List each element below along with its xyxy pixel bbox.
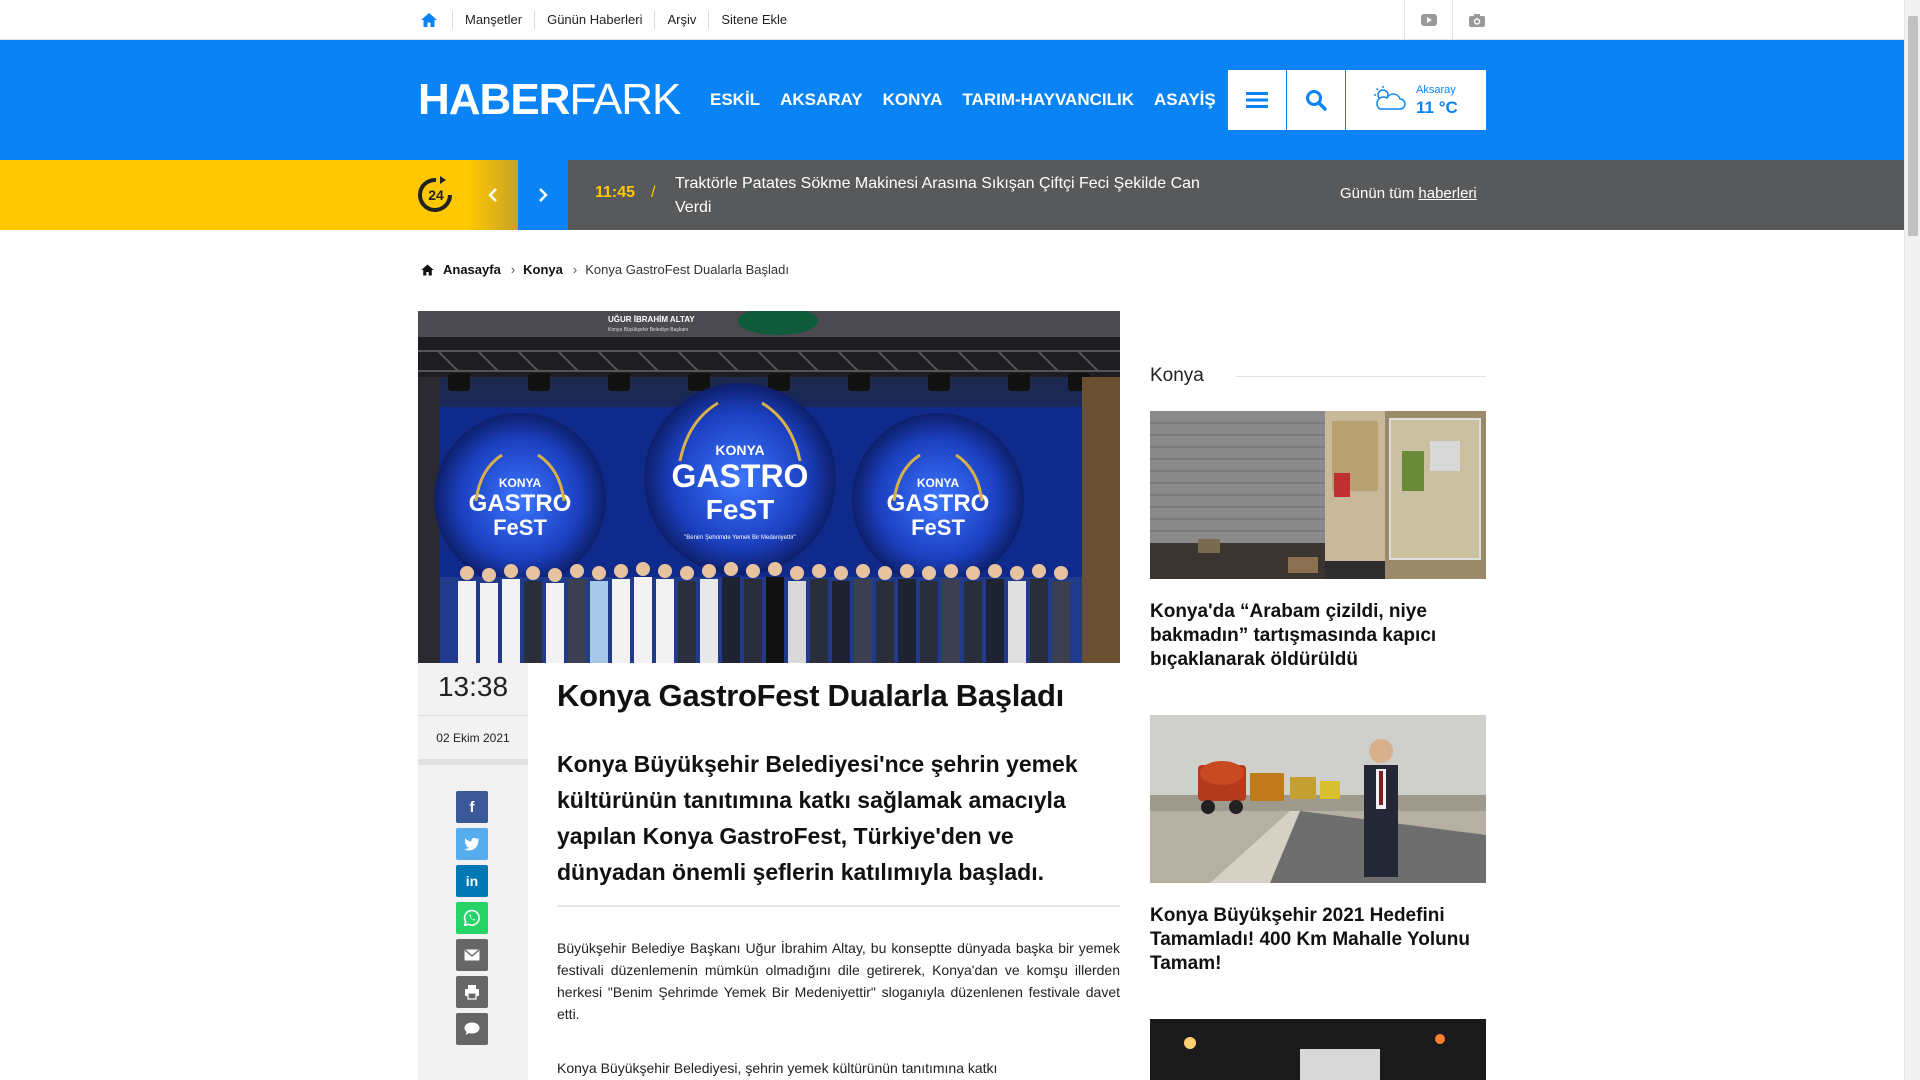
envelope-icon: [464, 949, 480, 961]
hero-banner-sub: Konya Büyükşehir Belediye Başkanı: [608, 327, 688, 333]
hero-logo-mid-1: GASTRO: [469, 490, 572, 517]
clock-24-label: 24: [428, 187, 444, 203]
nav-eskil[interactable]: ESKİL: [710, 90, 760, 110]
share-twitter-button[interactable]: [456, 828, 488, 860]
share-whatsapp-button[interactable]: [456, 902, 488, 934]
logo-bold: HABER: [418, 75, 570, 124]
hamburger-icon: [1246, 92, 1268, 108]
meta-bottom-bar: [418, 759, 528, 765]
hero-logo-bot-3: FeST: [911, 515, 965, 540]
ticker-time: 11:45: [595, 184, 636, 201]
facebook-icon: f: [469, 798, 475, 816]
hero-logo-bot-2: FeST: [706, 494, 774, 525]
linkedin-icon: in: [465, 873, 479, 889]
top-link-arsiv[interactable]: Arşiv: [654, 11, 708, 29]
all-news-link-text: haberleri: [1418, 185, 1477, 202]
video-icon[interactable]: [1404, 0, 1452, 40]
breadcrumb: Anasayfa › Konya › Konya GastroFest Dual…: [420, 262, 789, 277]
share-print-button[interactable]: [456, 976, 488, 1008]
top-bar: Manşetler Günün Haberleri Arşiv Sitene E…: [0, 0, 1920, 40]
home-icon: [421, 264, 434, 275]
hero-logo-top-1: KONYA: [499, 476, 542, 490]
share-comment-button[interactable]: [456, 1013, 488, 1045]
nav-asayis[interactable]: ASAYİŞ: [1154, 90, 1216, 110]
article-hero-image: UĞUR İBRAHİM ALTAY Konya Büyükşehir Bele…: [418, 311, 1120, 663]
weather-temp: 11 °C: [1416, 98, 1458, 117]
logo-light: FARK: [569, 75, 681, 124]
top-links: Manşetler Günün Haberleri Arşiv Sitene E…: [452, 0, 799, 40]
share-facebook-button[interactable]: f: [456, 791, 488, 823]
article-lead: Konya Büyükşehir Belediyesi'nce şehrin y…: [557, 751, 1078, 885]
site-header: HABERFARK ESKİL AKSARAY KONYA TARIM-HAYV…: [0, 40, 1904, 160]
night-street-photo: [1150, 1019, 1486, 1080]
share-email-button[interactable]: [456, 939, 488, 971]
sidebar-news-title[interactable]: Konya Büyükşehir 2021 Hedefini Tamamladı…: [1150, 904, 1486, 976]
breadcrumb-current: Konya GastroFest Dualarla Başladı: [585, 262, 790, 277]
article-date: 02 Ekim 2021: [436, 731, 510, 745]
weather-widget[interactable]: Aksaray 11 °C: [1346, 70, 1486, 130]
share-linkedin-button[interactable]: in: [456, 865, 488, 897]
home-icon[interactable]: [420, 11, 438, 29]
breaking-news-bar: 24 11:45 / Traktörle Patates Sökme Makin…: [0, 160, 1904, 230]
top-link-sitene-ekle[interactable]: Sitene Ekle: [708, 11, 799, 29]
top-icons: [1404, 0, 1500, 40]
scrollbar-thumb[interactable]: [1908, 16, 1918, 236]
sidebar-heading: Konya: [1150, 365, 1204, 386]
search-icon: [1306, 90, 1327, 111]
top-link-gunun-haberleri[interactable]: Günün Haberleri: [534, 11, 654, 29]
sidebar-news-image[interactable]: [1150, 1019, 1486, 1080]
hero-logo-top-2: KONYA: [715, 442, 764, 458]
ticker-separator: /: [651, 184, 656, 201]
breadcrumb-chevron-icon: ›: [572, 262, 578, 277]
ticker-next-button[interactable]: [518, 160, 568, 230]
hero-logo-top-3: KONYA: [917, 476, 960, 490]
road-construction-photo: [1150, 715, 1486, 883]
hero-logo-mid-3: GASTRO: [887, 490, 990, 517]
article-time: 13:38: [437, 671, 509, 702]
comment-icon: [464, 1022, 480, 1035]
clock-24-icon: 24: [418, 176, 452, 212]
hero-logo-mid-2: GASTRO: [672, 458, 809, 494]
weather-city: Aksaray: [1416, 84, 1456, 96]
hero-logo-bot-1: FeST: [493, 515, 547, 540]
camera-icon[interactable]: [1452, 0, 1500, 40]
article-title: Konya GastroFest Dualarla Başladı: [557, 678, 1064, 713]
breadcrumb-home[interactable]: Anasayfa: [443, 262, 501, 277]
gastrofest-stage-photo: UĞUR İBRAHİM ALTAY Konya Büyükşehir Bele…: [418, 311, 1120, 663]
ticker-headline[interactable]: Traktörle Patates Sökme Makinesi Arasına…: [675, 172, 1215, 220]
hero-slogan: "Benim Şehrimde Yemek Bir Medeniyettir": [684, 535, 796, 541]
menu-button[interactable]: [1228, 70, 1286, 130]
cloud-sun-icon: [1374, 86, 1406, 110]
all-news-link[interactable]: Günün tüm haberleri: [1340, 185, 1477, 202]
main-nav: ESKİL AKSARAY KONYA TARIM-HAYVANCILIK AS…: [700, 40, 1226, 160]
meta-divider: [418, 715, 528, 716]
nav-aksaray[interactable]: AKSARAY: [780, 90, 863, 110]
article-paragraph: Büyükşehir Belediye Başkanı Uğur İbrahim…: [557, 940, 1120, 1022]
sidebar-news-title[interactable]: Konya'da “Arabam çizildi, niye bakmadın”…: [1150, 600, 1486, 672]
all-news-prefix: Günün tüm: [1340, 185, 1419, 202]
hero-banner-line: UĞUR İBRAHİM ALTAY: [608, 315, 695, 324]
shop-front-photo: [1150, 411, 1486, 579]
twitter-icon: [464, 837, 479, 851]
breadcrumb-chevron-icon: ›: [510, 262, 516, 277]
chevron-right-icon: [539, 188, 548, 202]
breadcrumb-category[interactable]: Konya: [523, 262, 563, 277]
sidebar-news-image[interactable]: [1150, 411, 1486, 579]
sidebar-heading-rule: [1236, 376, 1486, 377]
sidebar-news-image[interactable]: [1150, 715, 1486, 883]
search-button[interactable]: [1287, 70, 1345, 130]
nav-tarim-hayvancilik[interactable]: TARIM-HAYVANCILIK: [962, 90, 1134, 110]
whatsapp-icon: [463, 909, 480, 927]
top-link-mansetler[interactable]: Manşetler: [452, 11, 534, 29]
printer-icon: [465, 985, 479, 1000]
page-scrollbar[interactable]: [1904, 0, 1920, 1080]
site-logo[interactable]: HABERFARK: [418, 75, 681, 124]
article-paragraph: Konya Büyükşehir Belediyesi, şehrin yeme…: [557, 1060, 998, 1076]
nav-konya[interactable]: KONYA: [883, 90, 943, 110]
article-meta: 13:38 02 Ekim 2021 f in: [418, 663, 528, 1080]
article-divider: [557, 905, 1120, 907]
chevron-left-icon: [488, 188, 497, 202]
ticker-prev-button[interactable]: [468, 160, 518, 230]
